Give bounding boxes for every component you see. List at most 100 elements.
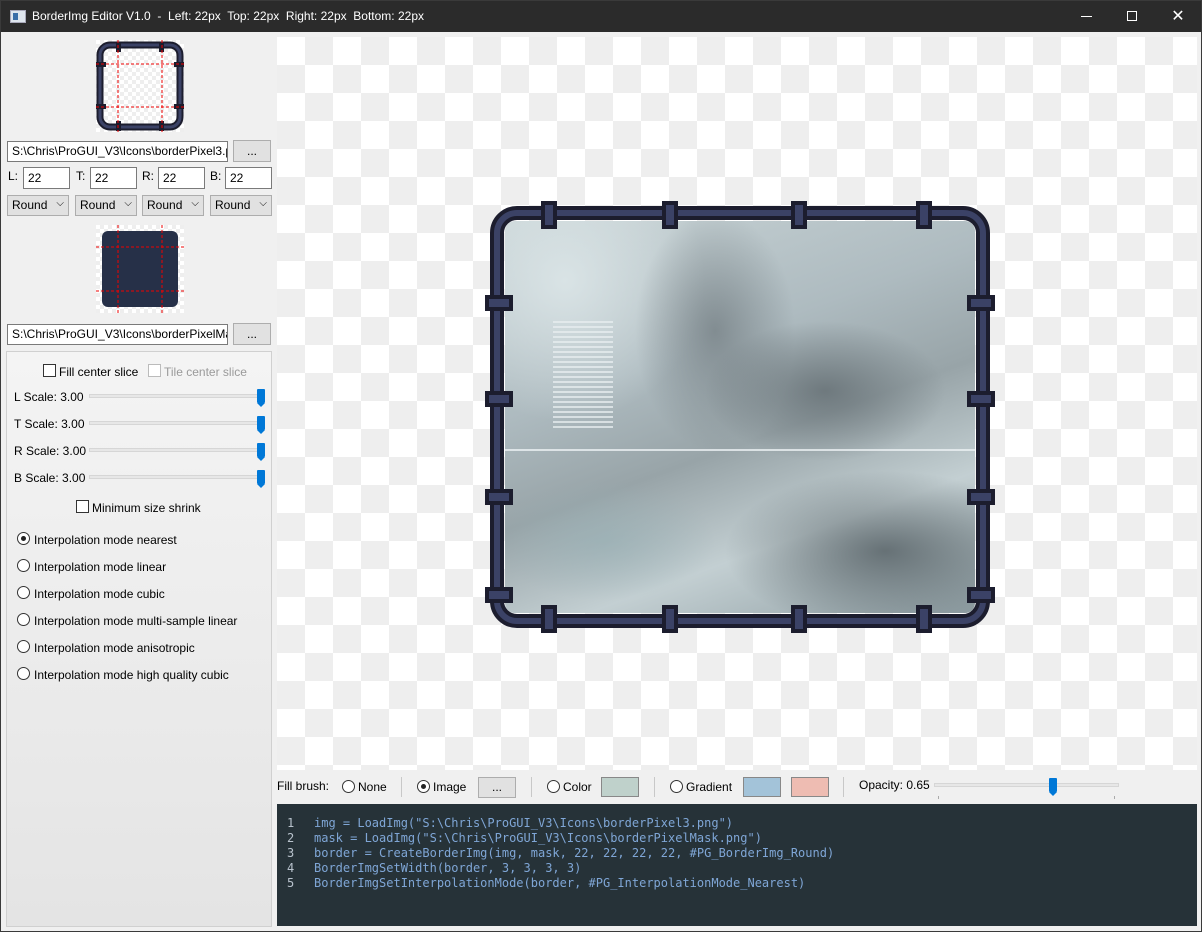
interp-nearest-radio[interactable] — [17, 532, 30, 545]
divider — [401, 777, 402, 797]
code-line: mask = LoadImg("S:\Chris\ProGUI_V3\Icons… — [314, 831, 762, 845]
fill-brush-bar: Fill brush: None Image ... Color Gradien… — [277, 772, 1197, 802]
interp-anisotropic-label: Interpolation mode anisotropic — [34, 641, 195, 655]
pixel-border-frame — [485, 201, 995, 633]
code-line-number: 3 — [287, 846, 295, 860]
interp-linear-label: Interpolation mode linear — [34, 560, 167, 574]
left-width-field[interactable]: 22 — [23, 167, 70, 189]
close-icon: ✕ — [1171, 8, 1185, 25]
options-group: Fill center slice Tile center slice L Sc… — [6, 351, 272, 927]
interp-cubic-radio[interactable] — [17, 586, 30, 599]
brush-image-browse-button[interactable]: ... — [478, 777, 516, 798]
b-scale-track[interactable] — [89, 475, 265, 479]
right-mode-select[interactable]: Round ⌵ — [142, 195, 204, 216]
gradient-color-1-swatch[interactable] — [743, 777, 781, 797]
right-mode-value: Round — [147, 198, 183, 212]
code-line-number: 5 — [287, 876, 295, 890]
t-scale-label: T Scale: 3.00 — [14, 417, 85, 431]
border-image-thumbnail — [96, 40, 184, 132]
generated-code-panel[interactable]: 1 img = LoadImg("S:\Chris\ProGUI_V3\Icon… — [277, 804, 1197, 926]
border-image-browse-button[interactable]: ... — [233, 140, 271, 162]
bottom-width-field[interactable]: 22 — [225, 167, 272, 189]
mask-image-path-field[interactable]: S:\Chris\ProGUI_V3\Icons\borderPixelMask… — [7, 324, 228, 345]
chevron-down-icon: ⌵ — [124, 198, 132, 209]
border-image-path-field[interactable]: S:\Chris\ProGUI_V3\Icons\borderPixel3.pn… — [7, 141, 228, 162]
t-scale-track[interactable] — [89, 421, 265, 425]
opacity-label: Opacity: 0.65 — [859, 778, 930, 792]
mask-image-browse-button[interactable]: ... — [233, 323, 271, 345]
chevron-down-icon: ⌵ — [191, 198, 199, 209]
minimize-button[interactable] — [1063, 1, 1109, 32]
brush-none-label: None — [358, 780, 387, 794]
maximize-button[interactable] — [1109, 1, 1155, 32]
left-mode-value: Round — [12, 198, 48, 212]
interp-cubic-label: Interpolation mode cubic — [34, 587, 165, 601]
bottom-mode-select[interactable]: Round ⌵ — [210, 195, 272, 216]
opacity-ticks — [938, 796, 1115, 799]
brush-gradient-radio[interactable] — [670, 780, 683, 793]
tile-center-label: Tile center slice — [164, 365, 247, 379]
brush-none-radio[interactable] — [342, 780, 355, 793]
top-width-field[interactable]: 22 — [90, 167, 137, 189]
brush-gradient-label: Gradient — [686, 780, 733, 794]
code-line-number: 1 — [287, 816, 295, 830]
divider — [654, 777, 655, 797]
interp-anisotropic-radio[interactable] — [17, 640, 30, 653]
title-bar: BorderImg Editor V1.0 - Left: 22px Top: … — [1, 1, 1201, 32]
mask-image-preview — [96, 225, 184, 313]
chevron-down-icon: ⌵ — [56, 198, 64, 209]
interp-multisample-label: Interpolation mode multi-sample linear — [34, 614, 238, 628]
right-width-field[interactable]: 22 — [158, 167, 205, 189]
brush-color-radio[interactable] — [547, 780, 560, 793]
code-line: BorderImgSetInterpolationMode(border, #P… — [314, 876, 806, 890]
border-preview — [485, 201, 995, 633]
min-size-shrink-checkbox[interactable] — [76, 500, 89, 513]
brush-color-label: Color — [563, 780, 592, 794]
interp-nearest-label: Interpolation mode nearest — [34, 533, 177, 547]
left-mode-select[interactable]: Round ⌵ — [7, 195, 69, 216]
preview-canvas[interactable] — [277, 37, 1197, 770]
code-line: img = LoadImg("S:\Chris\ProGUI_V3\Icons\… — [314, 816, 734, 830]
border-image-preview — [96, 40, 184, 132]
brush-color-swatch[interactable] — [601, 777, 639, 797]
divider — [531, 777, 532, 797]
settings-panel: S:\Chris\ProGUI_V3\Icons\borderPixel3.pn… — [2, 33, 274, 931]
code-line: border = CreateBorderImg(img, mask, 22, … — [314, 846, 835, 860]
top-mode-select[interactable]: Round ⌵ — [75, 195, 137, 216]
code-line-number: 2 — [287, 831, 295, 845]
gradient-color-2-swatch[interactable] — [791, 777, 829, 797]
fill-center-checkbox[interactable] — [43, 364, 56, 377]
bottom-mode-value: Round — [215, 198, 251, 212]
b-scale-thumb[interactable] — [257, 470, 265, 488]
l-scale-track[interactable] — [89, 394, 265, 398]
mask-image-thumbnail — [96, 225, 184, 313]
interp-linear-radio[interactable] — [17, 559, 30, 572]
code-line: BorderImgSetWidth(border, 3, 3, 3, 3) — [314, 861, 582, 875]
interp-multisample-radio[interactable] — [17, 613, 30, 626]
t-scale-thumb[interactable] — [257, 416, 265, 434]
chevron-down-icon: ⌵ — [259, 198, 267, 209]
opacity-track[interactable] — [934, 783, 1119, 787]
minimize-icon — [1081, 16, 1092, 17]
brush-image-radio[interactable] — [417, 780, 430, 793]
right-label: R: — [142, 169, 154, 183]
l-scale-thumb[interactable] — [257, 389, 265, 407]
min-size-shrink-label: Minimum size shrink — [92, 501, 201, 515]
tile-center-checkbox[interactable] — [148, 364, 161, 377]
r-scale-thumb[interactable] — [257, 443, 265, 461]
top-mode-value: Round — [80, 198, 116, 212]
interp-hq-cubic-label: Interpolation mode high quality cubic — [34, 668, 229, 682]
code-line-number: 4 — [287, 861, 295, 875]
fill-brush-label: Fill brush: — [277, 779, 330, 793]
window-title: BorderImg Editor V1.0 - Left: 22px Top: … — [32, 9, 424, 23]
maximize-icon — [1127, 11, 1137, 21]
close-button[interactable]: ✕ — [1155, 1, 1201, 32]
r-scale-track[interactable] — [89, 448, 265, 452]
opacity-thumb[interactable] — [1049, 778, 1058, 796]
l-scale-label: L Scale: 3.00 — [14, 390, 84, 404]
brush-image-label: Image — [433, 780, 467, 794]
b-scale-label: B Scale: 3.00 — [14, 471, 86, 485]
top-label: T: — [76, 169, 86, 183]
interp-hq-cubic-radio[interactable] — [17, 667, 30, 680]
app-window: BorderImg Editor V1.0 - Left: 22px Top: … — [0, 0, 1202, 932]
